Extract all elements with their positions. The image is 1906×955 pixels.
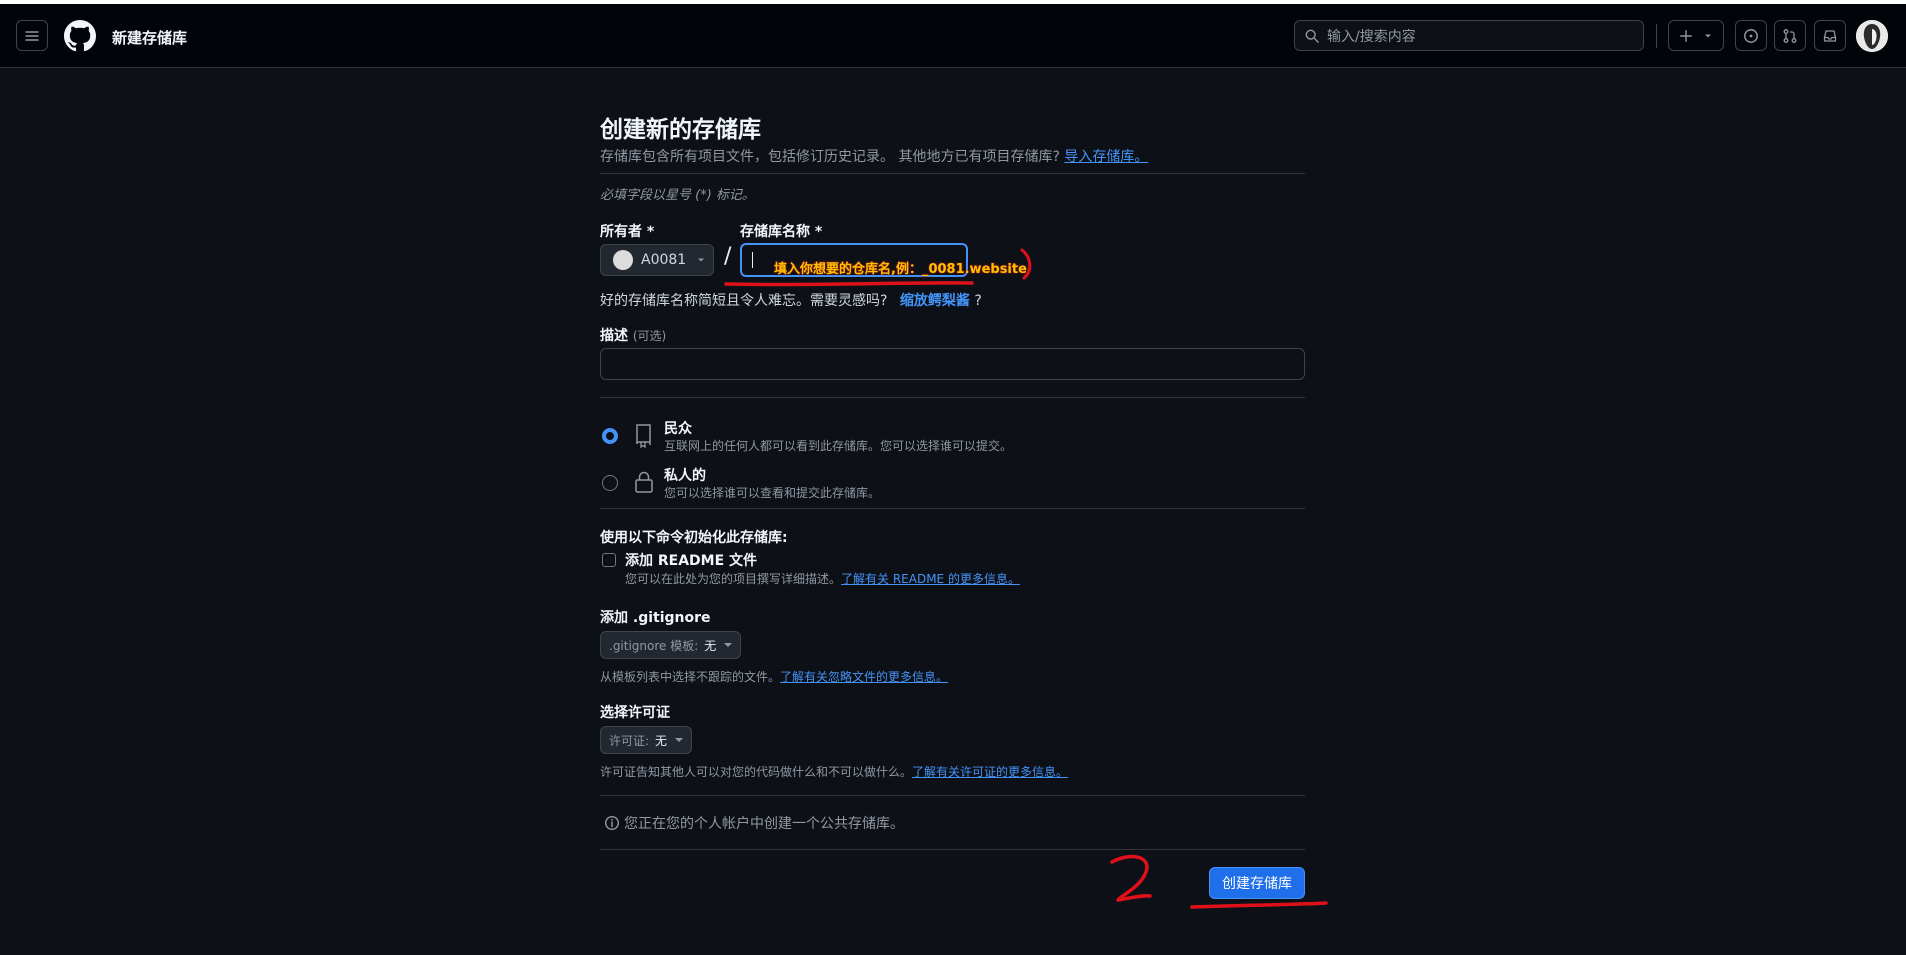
avatar-image (1856, 20, 1888, 52)
chevron-down-icon (698, 258, 705, 262)
section-divider (600, 795, 1305, 796)
inbox-button[interactable] (1814, 20, 1846, 51)
gitignore-heading: 添加 .gitignore (600, 610, 711, 626)
search-placeholder: 输入/搜索内容 (1327, 28, 1416, 45)
license-dropdown-value: 无 (655, 733, 668, 748)
readme-checkbox[interactable] (602, 553, 616, 567)
description-input[interactable] (600, 348, 1305, 380)
required-fields-note: 必填字段以星号 (*) 标记。 (600, 188, 755, 203)
readme-option[interactable]: 添加 README 文件 您可以在此处为您的项目撰写详细描述。了解有关 READ… (600, 553, 1305, 593)
readme-description: 您可以在此处为您的项目撰写详细描述。 (625, 572, 842, 586)
section-divider (600, 508, 1305, 509)
annotation-name-hint: 填入你想要的仓库名,例：_0081.website (774, 262, 1027, 277)
hint-suffix: ? (974, 293, 982, 309)
owner-value: A0081 (641, 252, 687, 268)
gitignore-dropdown-label: .gitignore 模板: (609, 638, 699, 653)
license-help: 许可证告知其他人可以对您的代码做什么和不可以做什么。了解有关许可证的更多信息。 (600, 763, 1068, 780)
repository-name-hint: 好的存储库名称简短且令人难忘。需要灵感吗? 缩放鳄梨酱 ? (600, 290, 982, 310)
account-info-note: 您正在您的个人帐户中创建一个公共存储库。 (604, 813, 904, 833)
name-suggestion[interactable]: 缩放鳄梨酱 (900, 293, 970, 309)
owner-avatar (613, 250, 633, 270)
lock-icon (635, 471, 653, 493)
license-heading: 选择许可证 (600, 705, 670, 721)
subtitle-text: 存储库包含所有项目文件，包括修订历史记录。 其他地方已有项目存储库? (600, 149, 1060, 165)
repo-icon (636, 424, 651, 448)
readme-help: 您可以在此处为您的项目撰写详细描述。了解有关 README 的更多信息。 (625, 570, 1020, 587)
info-icon (604, 815, 620, 831)
optional-tag: (可选) (632, 329, 667, 343)
global-header: 新建存储库 输入/搜索内容 (0, 4, 1906, 68)
issues-icon (1744, 28, 1758, 43)
owner-name-separator: / (724, 244, 732, 269)
search-input[interactable]: 输入/搜索内容 (1294, 20, 1644, 51)
description-label: 描述 (可选) (600, 325, 666, 345)
license-learn-more-link[interactable]: 了解有关许可证的更多信息。 (912, 765, 1068, 779)
import-repository-link[interactable]: 导入存储库。 (1064, 149, 1148, 165)
issues-button[interactable] (1735, 20, 1767, 51)
license-dropdown-label: 许可证: (609, 733, 650, 748)
section-divider (600, 397, 1305, 398)
chevron-down-icon (1705, 34, 1711, 37)
chevron-down-icon (675, 738, 684, 742)
header-divider (1656, 24, 1657, 48)
plus-icon (1680, 29, 1692, 42)
readme-learn-more-link[interactable]: 了解有关 README 的更多信息。 (841, 572, 1020, 586)
visibility-option-private[interactable]: 私人的 您可以选择谁可以查看和提交此存储库。 (600, 465, 1305, 505)
owner-label: 所有者 * (600, 224, 655, 240)
visibility-option-public[interactable]: 民众 互联网上的任何人都可以看到此存储库。您可以选择谁可以提交。 (600, 418, 1305, 458)
user-avatar[interactable] (1856, 20, 1888, 52)
pull-requests-icon (1783, 28, 1797, 43)
search-icon (1305, 29, 1319, 43)
public-radio[interactable] (602, 428, 618, 444)
license-description: 许可证告知其他人可以对您的代码做什么和不可以做什么。 (600, 765, 913, 779)
create-new-button[interactable] (1668, 20, 1724, 51)
page-subtitle: 存储库包含所有项目文件，包括修订历史记录。 其他地方已有项目存储库? 导入存储库… (600, 146, 1148, 166)
page-title: 创建新的存储库 (600, 117, 761, 143)
gitignore-dropdown-value: 无 (704, 638, 717, 653)
info-note-text: 您正在您的个人帐户中创建一个公共存储库。 (624, 816, 904, 832)
description-label-text: 描述 (600, 328, 628, 344)
public-description: 互联网上的任何人都可以看到此存储库。您可以选择谁可以提交。 (664, 439, 1013, 453)
menu-button[interactable] (16, 20, 48, 51)
github-logo-icon[interactable] (64, 20, 96, 52)
menu-icon (25, 30, 39, 41)
readme-label: 添加 README 文件 (625, 553, 758, 569)
pull-requests-button[interactable] (1774, 20, 1806, 51)
public-title: 民众 (664, 421, 692, 437)
section-divider (600, 849, 1305, 850)
inbox-icon (1823, 29, 1837, 42)
gitignore-help: 从模板列表中选择不跟踪的文件。了解有关忽略文件的更多信息。 (600, 668, 948, 685)
create-button-underline (1190, 901, 1328, 909)
text-caret (752, 252, 753, 268)
create-repository-button[interactable]: 创建存储库 (1209, 867, 1305, 899)
gitignore-template-dropdown[interactable]: .gitignore 模板: 无 (600, 631, 742, 659)
marker-2 (1110, 854, 1152, 902)
private-description: 您可以选择谁可以查看和提交此存储库。 (664, 486, 881, 500)
initialize-heading: 使用以下命令初始化此存储库: (600, 530, 788, 546)
private-title: 私人的 (664, 468, 706, 484)
repository-name-label: 存储库名称 * (740, 224, 823, 240)
page-context-title[interactable]: 新建存储库 (112, 27, 187, 48)
chevron-down-icon (724, 643, 733, 647)
name-field-underline (724, 281, 974, 287)
gitignore-description: 从模板列表中选择不跟踪的文件。 (600, 670, 781, 684)
gitignore-learn-more-link[interactable]: 了解有关忽略文件的更多信息。 (780, 670, 948, 684)
owner-dropdown[interactable]: A0081 (600, 244, 714, 276)
license-dropdown[interactable]: 许可证: 无 (600, 726, 693, 754)
private-radio[interactable] (602, 475, 618, 491)
section-divider (600, 173, 1305, 174)
hint-text: 好的存储库名称简短且令人难忘。需要灵感吗? (600, 293, 888, 309)
